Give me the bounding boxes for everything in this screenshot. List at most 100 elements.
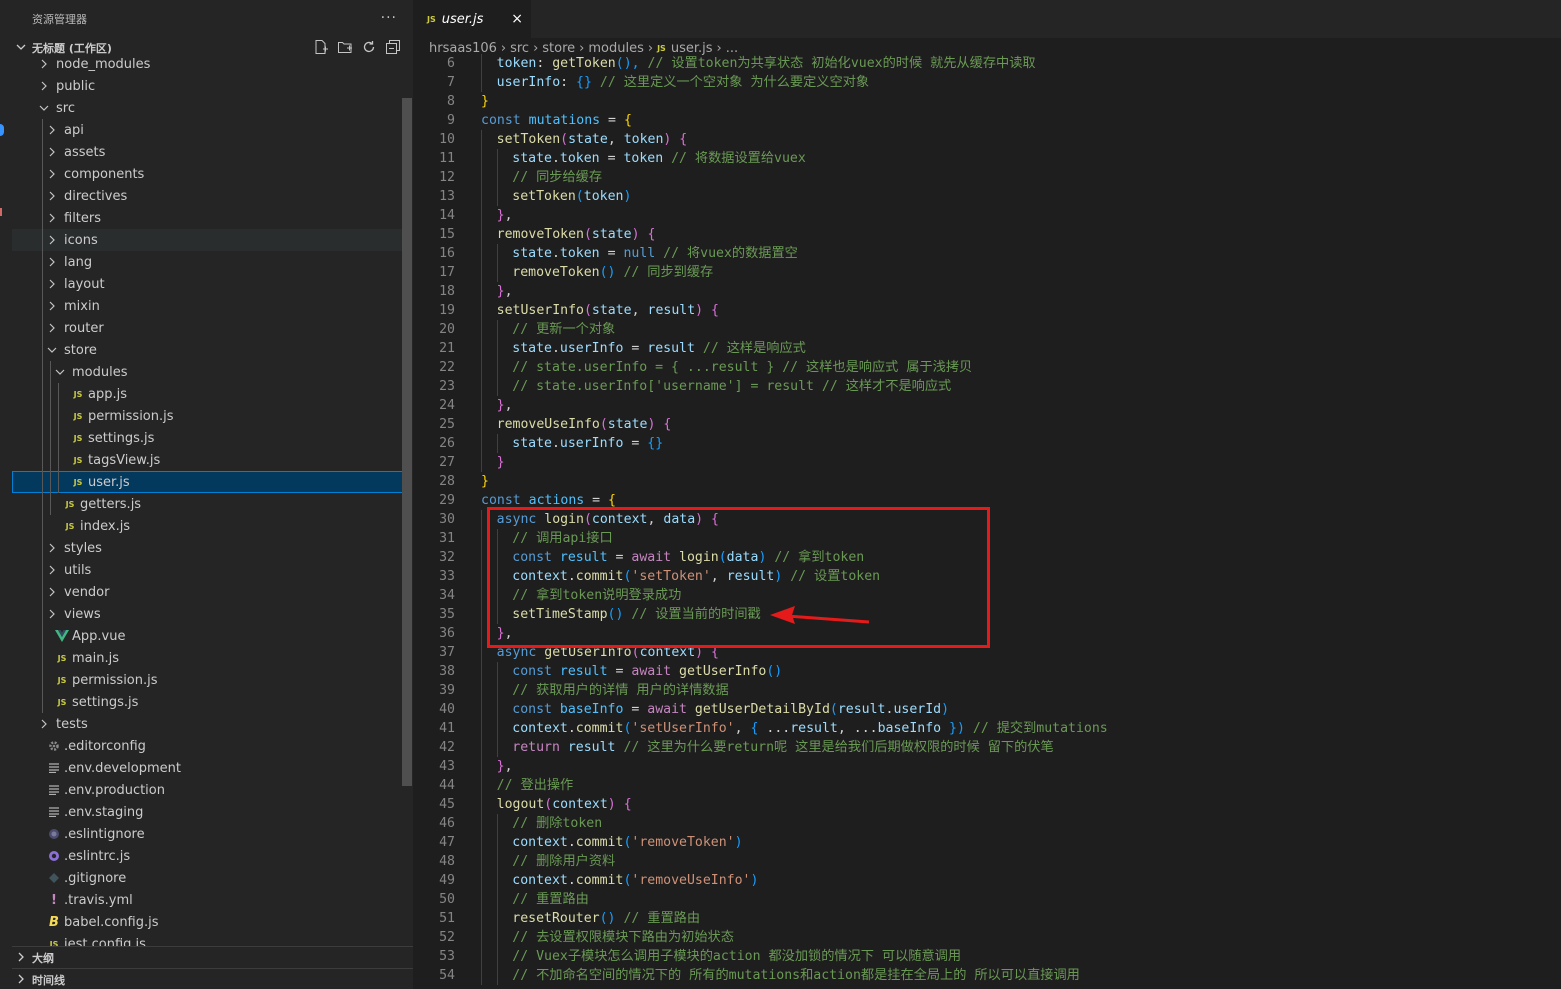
tree-file[interactable]: JS permission.js xyxy=(12,669,411,691)
tree-folder[interactable]: mixin xyxy=(12,295,411,317)
tree-file[interactable]: JS app.js xyxy=(12,383,411,405)
vue-file-icon xyxy=(54,628,70,644)
line-number: 19 xyxy=(439,303,455,318)
chevron-right-icon xyxy=(36,78,52,94)
tree-folder[interactable]: src xyxy=(12,97,411,119)
tree-file[interactable]: .env.staging xyxy=(12,801,411,823)
tree-folder[interactable]: directives xyxy=(12,185,411,207)
tree-folder[interactable]: icons xyxy=(12,229,411,251)
tree-file[interactable]: Bbabel.config.js xyxy=(12,911,411,933)
js-file-icon: JS xyxy=(427,14,436,24)
tree-folder[interactable]: filters xyxy=(12,207,411,229)
tree-file[interactable]: JS main.js xyxy=(12,647,411,669)
tree-file[interactable]: JS index.js xyxy=(12,515,411,537)
code-token: removeUseInfo xyxy=(496,417,600,432)
tree-file[interactable]: JS tagsView.js xyxy=(12,449,411,471)
code-token: } xyxy=(496,398,505,413)
tab-user-js[interactable]: JS user.js × xyxy=(413,0,531,38)
close-icon[interactable]: × xyxy=(511,11,523,27)
code-token: // 重置路由 xyxy=(623,911,701,926)
tree-file[interactable]: ! .travis.yml xyxy=(12,889,411,911)
line-number: 29 xyxy=(439,493,455,508)
code-line: 18}, xyxy=(413,282,1561,301)
tree-file[interactable]: .env.development xyxy=(12,757,411,779)
code-token: ( xyxy=(560,132,569,147)
timeline-panel-label: 时间线 xyxy=(32,974,65,987)
tree-file[interactable]: .gitignore xyxy=(12,867,411,889)
indent-guide xyxy=(481,738,482,757)
tree-folder[interactable]: assets xyxy=(12,141,411,163)
outline-panel-header[interactable]: 大纲 xyxy=(12,946,413,969)
indent-guide xyxy=(50,361,51,515)
code-token: ) xyxy=(631,227,648,242)
tree-file[interactable]: App.vue xyxy=(12,625,411,647)
tree-item-label: .env.staging xyxy=(64,804,144,820)
code-line: 43}, xyxy=(413,757,1561,776)
code-token: // state.userInfo = { ...result } // 这样也… xyxy=(512,360,973,375)
tree-folder[interactable]: router xyxy=(12,317,411,339)
code-text: removeUseInfo(state) { xyxy=(497,415,672,434)
tree-file[interactable]: .editorconfig xyxy=(12,735,411,757)
tree-folder[interactable]: lang xyxy=(12,251,411,273)
tree-file[interactable]: JS permission.js xyxy=(12,405,411,427)
timeline-panel-header[interactable]: 时间线 xyxy=(12,968,413,989)
line-number: 54 xyxy=(439,968,455,983)
code-token: commit xyxy=(575,873,624,888)
code-token: ( xyxy=(583,303,592,318)
tree-file[interactable]: JS settings.js xyxy=(12,427,411,449)
code-token: // 设置token为共享状态 初始化vuex的时候 就先从缓存中读取 xyxy=(647,56,1036,71)
code-line: 24}, xyxy=(413,396,1561,415)
tree-folder[interactable]: styles xyxy=(12,537,411,559)
tree-folder[interactable]: components xyxy=(12,163,411,185)
tree-item-label: directives xyxy=(64,188,128,204)
indent-guide xyxy=(496,149,498,168)
tree-folder[interactable]: tests xyxy=(12,713,411,735)
tree-file[interactable]: .eslintignore xyxy=(12,823,411,845)
tree-folder[interactable]: api xyxy=(12,119,411,141)
code-token: // 更新一个对象 xyxy=(512,322,616,337)
tree-folder[interactable]: modules xyxy=(12,361,411,383)
highlight-box xyxy=(487,507,990,648)
code-text: // state.userInfo['username'] = result /… xyxy=(512,377,951,396)
chevron-right-icon xyxy=(36,716,52,732)
code-text: // 不加命名空间的情况下的 所有的mutations和action都是挂在全局… xyxy=(512,966,1080,985)
code-text: }, xyxy=(497,396,513,415)
tree-folder[interactable]: utils xyxy=(12,559,411,581)
indent-guide xyxy=(481,586,482,605)
code-line: 54 // 不加命名空间的情况下的 所有的mutations和action都是挂在… xyxy=(413,966,1561,985)
tree-file[interactable]: JS jest.config.js xyxy=(12,933,411,947)
code-token: const xyxy=(512,702,560,717)
sidebar-scrollbar[interactable] xyxy=(402,98,412,786)
diamond-file-icon xyxy=(46,870,62,886)
tree-file[interactable]: .env.production xyxy=(12,779,411,801)
code-token: getUserInfo xyxy=(679,664,767,679)
tree-file[interactable]: JS user.js xyxy=(12,471,411,493)
tree-item-label: .env.production xyxy=(64,782,165,798)
tree-folder[interactable]: public xyxy=(12,75,411,97)
tree-file[interactable]: JS settings.js xyxy=(12,691,411,713)
js-file-icon: JS xyxy=(49,939,59,947)
tree-folder[interactable]: layout xyxy=(12,273,411,295)
tree-folder[interactable]: store xyxy=(12,339,411,361)
tree-folder[interactable]: vendor xyxy=(12,581,411,603)
code-token: // 去设置权限模块下路由为初始状态 xyxy=(512,930,734,945)
tree-file[interactable]: JS getters.js xyxy=(12,493,411,515)
code-text: }, xyxy=(497,206,513,225)
indent-guide xyxy=(481,757,482,776)
tree-item-label: babel.config.js xyxy=(64,914,159,930)
tree-folder[interactable]: node_modules xyxy=(12,53,411,75)
code-token: token xyxy=(559,246,600,261)
code-token: , xyxy=(607,132,624,147)
code-token: token xyxy=(623,132,664,147)
code-line: 25 removeUseInfo(state) { xyxy=(413,415,1561,434)
more-actions-icon[interactable]: ··· xyxy=(381,10,397,26)
tree-folder[interactable]: views xyxy=(12,603,411,625)
code-token: commit xyxy=(575,721,624,736)
chevron-right-icon xyxy=(44,276,60,292)
line-number: 46 xyxy=(439,816,455,831)
tree-item-label: mixin xyxy=(64,298,100,314)
code-token: , xyxy=(504,208,513,223)
code-token: // 将vuex的数据置空 xyxy=(663,246,798,261)
code-line: 50 // 重置路由 xyxy=(413,890,1561,909)
tree-file[interactable]: .eslintrc.js xyxy=(12,845,411,867)
